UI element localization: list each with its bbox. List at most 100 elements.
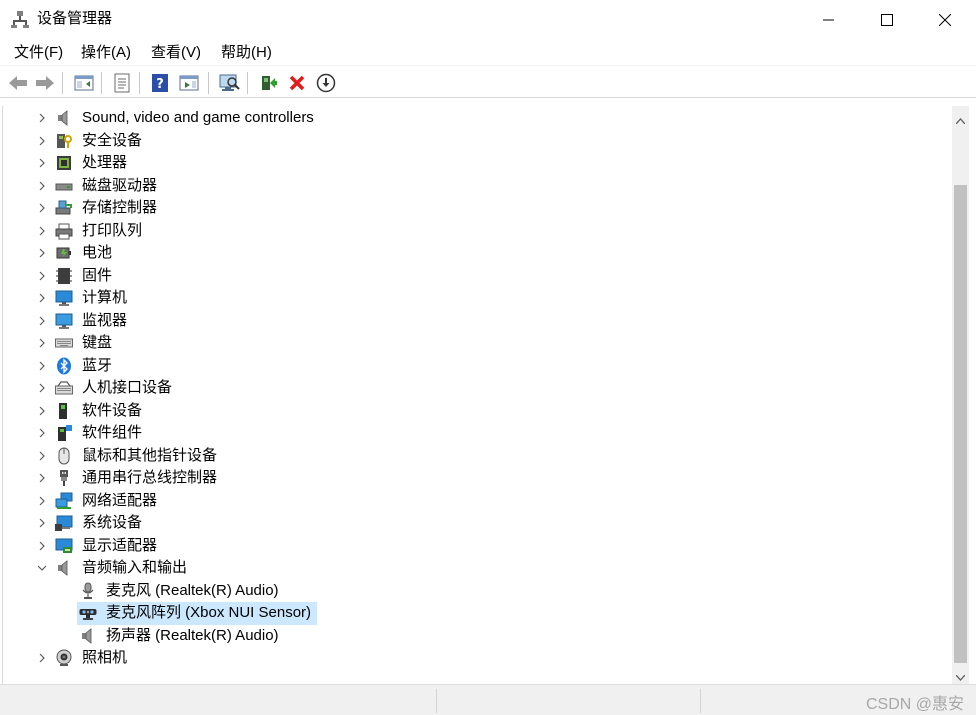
show-hide-console-tree-button[interactable] xyxy=(72,71,96,95)
action-pane-icon xyxy=(179,75,199,91)
help-button[interactable]: ? xyxy=(148,71,172,95)
tree-category-item[interactable]: 音频输入和输出 xyxy=(3,557,943,579)
tree-category-item[interactable]: 处理器 xyxy=(3,152,943,174)
tree-category-item[interactable]: 打印队列 xyxy=(3,220,943,242)
tree-category-item[interactable]: 鼠标和其他指针设备 xyxy=(3,445,943,467)
tree-category-item[interactable]: 软件组件 xyxy=(3,422,943,444)
uninstall-device-button[interactable] xyxy=(285,71,309,95)
menu-help[interactable]: 帮助(H) xyxy=(219,44,274,62)
chevron-right-icon[interactable] xyxy=(36,200,48,216)
close-button[interactable] xyxy=(916,0,974,40)
device-tree: Sound, video and game controllers 安全设备 处理器… xyxy=(2,106,952,684)
menu-action[interactable]: 操作(A) xyxy=(79,44,133,62)
chevron-right-icon[interactable] xyxy=(36,110,48,126)
tree-item-label: 扬声器 (Realtek(R) Audio) xyxy=(106,626,279,644)
tree-device-item[interactable]: 麦克风 (Realtek(R) Audio) xyxy=(3,580,943,602)
tree-category-item[interactable]: 通用串行总线控制器 xyxy=(3,467,943,489)
toolbar-separator xyxy=(208,72,209,94)
tree-item-label: 计算机 xyxy=(82,289,128,306)
chevron-right-icon[interactable] xyxy=(36,493,48,509)
security-key-icon xyxy=(55,132,73,150)
tree-item-label: 鼠标和其他指针设备 xyxy=(82,446,218,464)
scrollbar-thumb[interactable] xyxy=(954,185,967,663)
camera-icon xyxy=(55,649,73,667)
chevron-right-icon[interactable] xyxy=(36,470,48,486)
chevron-right-icon[interactable] xyxy=(36,358,48,374)
tree-item-label: 音频输入和输出 xyxy=(82,559,188,576)
disable-device-button[interactable] xyxy=(314,71,338,95)
chevron-right-icon[interactable] xyxy=(36,268,48,284)
tree-category-item[interactable]: 存储控制器 xyxy=(3,197,943,219)
tree-item-label: 照相机 xyxy=(82,649,128,666)
microphone-icon xyxy=(79,582,97,600)
display-adapter-icon xyxy=(55,537,73,555)
menu-bar: 文件(F) 操作(A) 查看(V) 帮助(H) xyxy=(0,40,976,66)
tree-category-item[interactable]: 显示适配器 xyxy=(3,535,943,557)
maximize-button[interactable] xyxy=(858,0,916,40)
tree-device-item[interactable]: 麦克风阵列 (Xbox NUI Sensor) xyxy=(3,602,943,625)
disk-drive-icon xyxy=(55,177,73,195)
chevron-right-icon[interactable] xyxy=(36,335,48,351)
tree-category-item[interactable]: 电池 xyxy=(3,242,943,264)
tree-category-item[interactable]: 计算机 xyxy=(3,287,943,309)
chevron-right-icon[interactable] xyxy=(36,223,48,239)
tree-category-item[interactable]: 系统设备 xyxy=(3,512,943,534)
tree-category-item[interactable]: Sound, video and game controllers xyxy=(3,107,943,129)
chevron-right-icon[interactable] xyxy=(36,380,48,396)
keyboard-icon xyxy=(55,334,73,352)
menu-view[interactable]: 查看(V) xyxy=(149,44,203,62)
tree-category-item[interactable]: 蓝牙 xyxy=(3,355,943,377)
toolbar-separator xyxy=(62,72,63,94)
properties-button[interactable] xyxy=(110,71,134,95)
chevron-right-icon[interactable] xyxy=(36,178,48,194)
chevron-right-icon[interactable] xyxy=(36,155,48,171)
action-pane-button[interactable] xyxy=(177,71,201,95)
status-divider xyxy=(700,689,701,713)
chevron-right-icon[interactable] xyxy=(36,133,48,149)
tree-category-item[interactable]: 安全设备 xyxy=(3,130,943,152)
chevron-right-icon[interactable] xyxy=(36,650,48,666)
minimize-button[interactable] xyxy=(800,0,858,40)
chevron-right-icon[interactable] xyxy=(36,538,48,554)
chevron-right-icon[interactable] xyxy=(36,245,48,261)
tree-category-item[interactable]: 人机接口设备 xyxy=(3,377,943,399)
bluetooth-icon xyxy=(55,357,73,375)
chevron-right-icon[interactable] xyxy=(36,403,48,419)
chevron-right-icon[interactable] xyxy=(36,313,48,329)
title-bar: 设备管理器 xyxy=(0,0,976,40)
tree-category-item[interactable]: 磁盘驱动器 xyxy=(3,175,943,197)
scan-hardware-button[interactable] xyxy=(217,71,241,95)
update-driver-button[interactable] xyxy=(256,71,280,95)
tree-category-item[interactable]: 软件设备 xyxy=(3,400,943,422)
maximize-icon xyxy=(881,14,893,26)
svg-text:?: ? xyxy=(156,77,164,92)
scroll-up-arrow-icon[interactable] xyxy=(955,111,966,129)
tree-category-item[interactable]: 键盘 xyxy=(3,332,943,354)
chevron-right-icon[interactable] xyxy=(36,290,48,306)
network-adapter-icon xyxy=(55,492,73,510)
tree-item-label: 磁盘驱动器 xyxy=(82,176,158,194)
monitor-icon xyxy=(55,312,73,330)
menu-file[interactable]: 文件(F) xyxy=(12,44,65,62)
chevron-right-icon[interactable] xyxy=(36,448,48,464)
chevron-right-icon[interactable] xyxy=(36,425,48,441)
chevron-right-icon[interactable] xyxy=(36,515,48,531)
tree-device-item[interactable]: 扬声器 (Realtek(R) Audio) xyxy=(3,625,943,647)
software-component-icon xyxy=(55,424,73,442)
tree-category-item[interactable]: 照相机 xyxy=(3,647,943,669)
tree-category-item[interactable]: 监视器 xyxy=(3,310,943,332)
vertical-scrollbar[interactable] xyxy=(952,106,969,684)
minimize-icon xyxy=(823,19,834,21)
status-divider xyxy=(436,689,437,713)
chevron-down-icon[interactable] xyxy=(36,560,48,576)
tree-item-label: 固件 xyxy=(82,266,113,284)
tree-category-item[interactable]: 固件 xyxy=(3,265,943,287)
tree-category-item[interactable]: 网络适配器 xyxy=(3,490,943,512)
watermark: CSDN @惠安 xyxy=(865,696,964,713)
speaker-icon xyxy=(55,109,73,127)
tree-item-label: 监视器 xyxy=(82,311,128,329)
back-button[interactable] xyxy=(6,71,30,95)
forward-button[interactable] xyxy=(33,71,57,95)
tree-item-label: Sound, video and game controllers xyxy=(82,109,314,126)
printer-icon xyxy=(55,222,73,240)
